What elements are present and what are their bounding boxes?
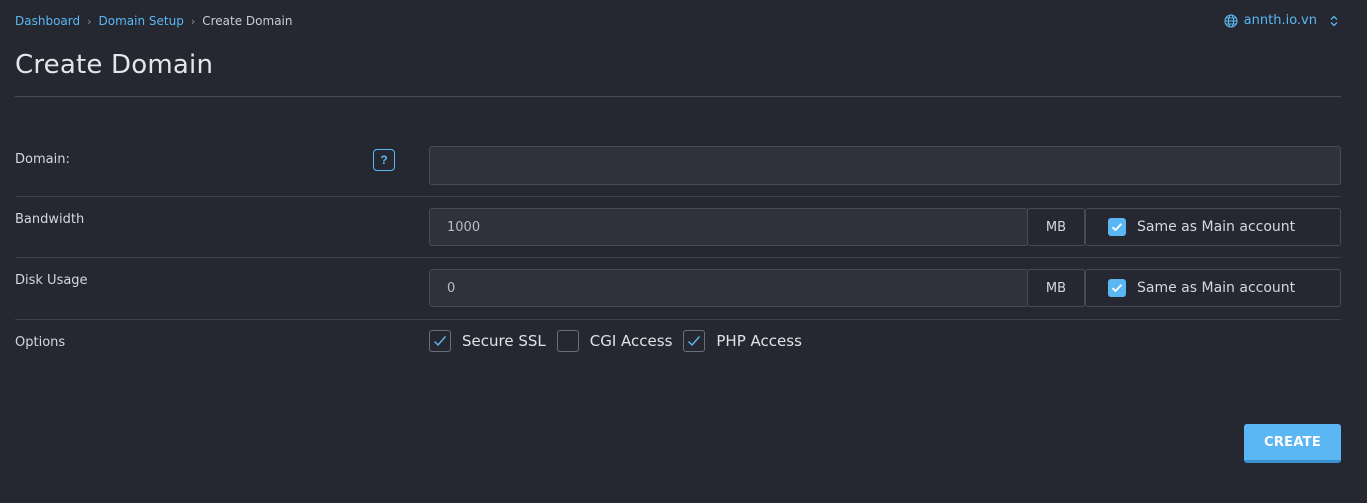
php-access-checkbox[interactable] — [683, 330, 706, 352]
option-cgi-access[interactable]: CGI Access — [556, 330, 673, 352]
bandwidth-input[interactable] — [429, 208, 1028, 246]
domain-selector[interactable]: annth.io.vn — [1224, 13, 1339, 28]
disk-same-label: Same as Main account — [1137, 280, 1296, 296]
breadcrumb-current: Create Domain — [202, 14, 293, 28]
disk-same-as-main[interactable]: Same as Main account — [1085, 269, 1341, 307]
breadcrumb-domain-setup[interactable]: Domain Setup — [99, 14, 184, 28]
chevron-updown-icon — [1329, 15, 1339, 27]
disk-usage-unit: MB — [1027, 269, 1085, 307]
option-php-access[interactable]: PHP Access — [683, 330, 802, 352]
domain-label: Domain: — [15, 152, 70, 167]
options-label: Options — [15, 335, 66, 350]
bandwidth-same-label: Same as Main account — [1137, 219, 1296, 235]
bandwidth-label: Bandwidth — [15, 212, 85, 227]
disk-usage-label: Disk Usage — [15, 273, 88, 288]
cgi-access-checkbox[interactable] — [556, 330, 579, 352]
secure-ssl-checkbox[interactable] — [429, 330, 451, 352]
breadcrumb-chevron-icon: › — [190, 14, 196, 28]
bandwidth-unit: MB — [1027, 208, 1085, 246]
disk-usage-input[interactable] — [429, 269, 1028, 307]
create-button[interactable]: CREATE — [1244, 424, 1341, 463]
bandwidth-same-checkbox[interactable] — [1108, 218, 1126, 236]
create-domain-page: Dashboard › Domain Setup › Create Domain… — [0, 0, 1367, 503]
secure-ssl-label: Secure SSL — [462, 332, 546, 350]
domain-selector-value: annth.io.vn — [1243, 13, 1317, 28]
breadcrumb-chevron-icon: › — [87, 14, 92, 28]
title-divider — [15, 96, 1341, 97]
bandwidth-same-as-main[interactable]: Same as Main account — [1085, 208, 1341, 246]
breadcrumb-dashboard[interactable]: Dashboard — [15, 14, 80, 28]
domain-input[interactable] — [429, 146, 1341, 185]
php-access-label: PHP Access — [716, 332, 802, 350]
cgi-access-label: CGI Access — [589, 332, 673, 350]
option-secure-ssl[interactable]: Secure SSL — [429, 330, 546, 352]
breadcrumb: Dashboard › Domain Setup › Create Domain — [15, 14, 293, 28]
options-group: Secure SSL CGI Access PHP Access — [429, 330, 802, 352]
disk-same-checkbox[interactable] — [1108, 279, 1126, 297]
page-title: Create Domain — [15, 50, 214, 80]
globe-icon — [1224, 13, 1238, 28]
help-icon[interactable]: ? — [373, 149, 395, 171]
